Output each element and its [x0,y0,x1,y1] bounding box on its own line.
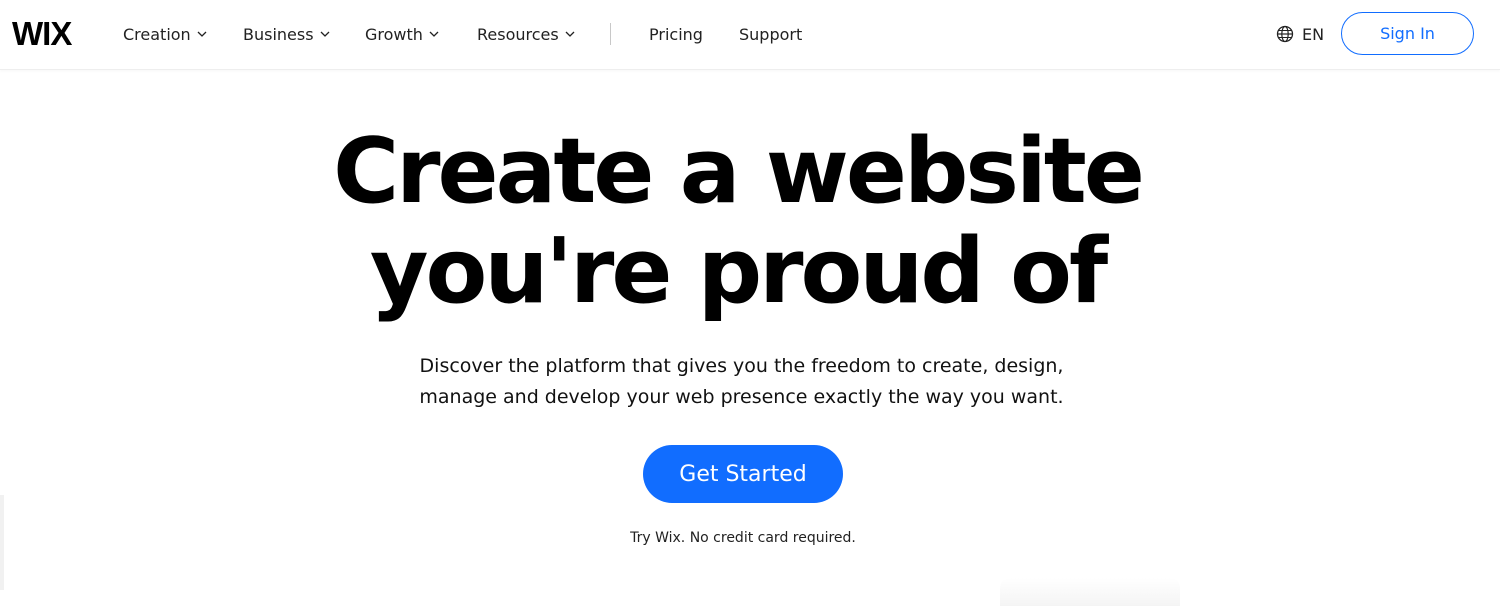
hero-title: Create a website you're proud of [0,122,1475,322]
get-started-button[interactable]: Get Started [643,445,843,503]
chevron-down-icon [429,29,439,39]
nav-item-label: Business [243,24,314,44]
hero-note: Try Wix. No credit card required. [630,530,856,546]
hero-subtitle-line-2: manage and develop your web presence exa… [419,386,1064,408]
wix-logo[interactable]: WIX [12,14,72,54]
nav-item-growth[interactable]: Growth [365,22,477,46]
chevron-down-icon [320,29,330,39]
language-selector[interactable]: EN [1276,23,1324,45]
nav-item-resources[interactable]: Resources [477,22,610,46]
nav-divider [610,23,611,45]
nav-item-label: Support [739,24,803,44]
main-nav: Creation Business Growth Resources Prici… [123,22,819,46]
hero-title-line-2: you're proud of [369,219,1108,324]
side-panel-edge [0,495,4,590]
nav-item-pricing[interactable]: Pricing [649,22,739,46]
nav-item-creation[interactable]: Creation [123,22,243,46]
hero-title-line-1: Create a website [333,119,1145,224]
nav-item-label: Growth [365,24,423,44]
globe-icon [1276,25,1294,43]
nav-item-label: Pricing [649,24,703,44]
language-label: EN [1302,24,1325,44]
nav-item-business[interactable]: Business [243,22,365,46]
top-navigation-bar: WIX Creation Business Growth Resources P… [0,0,1500,70]
chevron-down-icon [565,29,575,39]
hero-subtitle: Discover the platform that gives you the… [0,351,1483,413]
sign-in-button[interactable]: Sign In [1341,12,1474,55]
chevron-down-icon [197,29,207,39]
preview-card-edge [1000,578,1180,606]
nav-item-label: Resources [477,24,559,44]
nav-item-support[interactable]: Support [739,22,819,46]
hero-subtitle-line-1: Discover the platform that gives you the… [419,355,1064,377]
nav-item-label: Creation [123,24,191,44]
